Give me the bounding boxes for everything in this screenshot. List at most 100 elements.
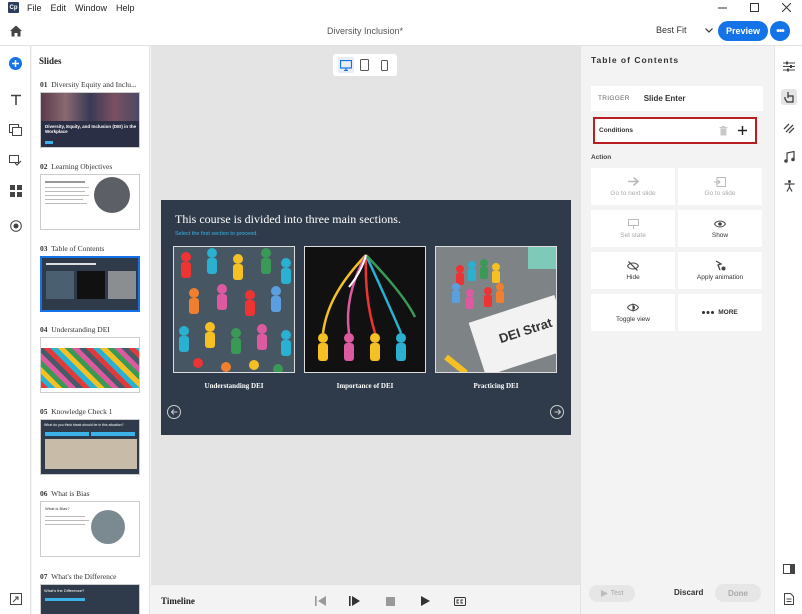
more-options-button[interactable]: ••• <box>770 21 790 41</box>
action-label: MORE <box>718 309 738 316</box>
properties-tab[interactable] <box>782 59 796 73</box>
slide-thumbnail-6[interactable]: 06 What is Bias What is Bias? <box>40 489 142 557</box>
discard-button[interactable]: Discard <box>674 588 703 597</box>
add-condition-button[interactable] <box>736 125 748 137</box>
play-from-start-button[interactable] <box>348 595 360 607</box>
add-button[interactable] <box>9 57 22 70</box>
slide-preview <box>40 174 140 230</box>
minimize-button[interactable] <box>706 0 738 15</box>
thumb-text: Diversity, Equity, and Inclusion (DEI) i… <box>45 124 137 135</box>
action-label: Go to slide <box>704 189 736 197</box>
preview-button[interactable]: Preview <box>718 21 768 41</box>
action-label: Toggle view <box>616 315 650 323</box>
action-more[interactable]: MORE <box>678 294 762 331</box>
slide-jump-icon <box>714 176 726 187</box>
menu-help[interactable]: Help <box>116 3 135 13</box>
action-go-to-next-slide[interactable]: Go to next slide <box>591 168 675 205</box>
slide-thumbnail-1[interactable]: 01 Diversity Equity and Inclu... Diversi… <box>40 80 142 148</box>
card-label-understanding[interactable]: Understanding DEI <box>173 382 295 390</box>
done-button[interactable]: Done <box>715 584 761 602</box>
play-button[interactable] <box>419 595 431 607</box>
action-label: Show <box>711 231 729 239</box>
slide-number: 06 <box>40 489 48 498</box>
stop-button[interactable] <box>384 595 396 607</box>
desktop-view-button[interactable] <box>337 57 354 73</box>
timeline-bar: Timeline <box>151 584 580 614</box>
widgets-tool-button[interactable] <box>9 184 22 197</box>
next-slide-button[interactable] <box>550 405 564 419</box>
conditions-row[interactable]: Conditions <box>593 117 757 144</box>
mobile-view-button[interactable] <box>376 57 392 73</box>
timeline-toggle[interactable]: Timeline <box>161 596 195 606</box>
slide-canvas[interactable]: This course is divided into three main s… <box>161 200 571 435</box>
conditions-label: Conditions <box>599 127 633 134</box>
slide-subheading[interactable]: Select the first section to proceed. <box>175 231 258 237</box>
section-card-practicing[interactable]: DEI Strat <box>435 246 557 373</box>
maximize-button[interactable] <box>738 0 770 15</box>
trigger-value: Slide Enter <box>643 94 686 103</box>
card-label-importance[interactable]: Importance of DEI <box>304 382 426 390</box>
action-label: Go to next slide <box>610 189 656 197</box>
slide-thumbnail-3[interactable]: 03 Table of Contents <box>40 244 142 312</box>
slide-thumbnail-2[interactable]: 02 Learning Objectives <box>40 162 142 230</box>
export-button[interactable] <box>9 592 22 605</box>
action-hide[interactable]: Hide <box>591 252 675 289</box>
slide-heading[interactable]: This course is divided into three main s… <box>175 212 401 227</box>
notes-button[interactable] <box>782 592 796 606</box>
slide-number: 03 <box>40 244 48 253</box>
animations-tab[interactable] <box>782 121 796 135</box>
test-button[interactable]: Test <box>589 585 635 602</box>
section-card-importance[interactable] <box>304 246 426 373</box>
interactions-panel: Table of Contents TRIGGER Slide Enter Co… <box>580 46 773 614</box>
plus-icon <box>737 126 747 135</box>
interactions-tab[interactable] <box>781 89 797 105</box>
arrow-left-icon <box>170 409 177 415</box>
menu-edit[interactable]: Edit <box>51 3 67 13</box>
slide-preview <box>40 337 140 393</box>
interactions-tool-button[interactable] <box>9 154 22 167</box>
action-toggle-view[interactable]: Toggle view <box>591 294 675 331</box>
tablet-view-button[interactable] <box>357 57 373 73</box>
media-tool-button[interactable] <box>9 123 22 136</box>
title-bar: Cp File Edit Window Help <box>0 0 802 15</box>
section-card-understanding[interactable] <box>173 246 295 373</box>
trash-icon <box>719 125 727 135</box>
card-label-practicing[interactable]: Practicing DEI <box>435 382 557 390</box>
slide-number: 01 <box>40 80 48 89</box>
action-apply-animation[interactable]: Apply animation <box>678 252 762 289</box>
closed-captions-button[interactable] <box>454 595 466 607</box>
menu-window[interactable]: Window <box>75 3 107 13</box>
delete-condition-button[interactable] <box>717 125 729 137</box>
skip-back-button[interactable] <box>314 595 326 607</box>
accessibility-tab[interactable] <box>782 179 796 193</box>
action-set-state[interactable]: Set state <box>591 210 675 247</box>
action-go-to-slide[interactable]: Go to slide <box>678 168 762 205</box>
trigger-row[interactable]: TRIGGER Slide Enter <box>591 86 763 111</box>
desktop-icon <box>339 59 352 71</box>
right-properties-rail <box>774 46 802 614</box>
close-window-button[interactable] <box>770 0 802 15</box>
panel-layout-icon <box>783 564 795 574</box>
layout-panel-button[interactable] <box>782 562 796 576</box>
widgets-icon <box>9 184 22 197</box>
more-dots-icon <box>702 308 715 318</box>
audio-tab[interactable] <box>782 150 796 164</box>
action-label: Hide <box>626 273 640 281</box>
slide-preview: What do you think bleak should be in thi… <box>40 419 140 475</box>
checklist-icon <box>9 154 22 166</box>
slide-thumbnail-7[interactable]: 07 What's the Difference What's the Diff… <box>40 572 142 614</box>
menu-file[interactable]: File <box>27 3 42 13</box>
zoom-select[interactable]: Best Fit <box>656 25 713 35</box>
action-show[interactable]: Show <box>678 210 762 247</box>
slide-title: Knowledge Check 1 <box>51 407 113 416</box>
slide-thumbnail-5[interactable]: 05 Knowledge Check 1 What do you think b… <box>40 407 142 475</box>
slide-thumbnail-4[interactable]: 04 Understanding DEI <box>40 325 142 393</box>
text-tool-button[interactable] <box>9 93 22 106</box>
mobile-icon <box>380 59 388 71</box>
prev-slide-button[interactable] <box>167 405 181 419</box>
figures-image <box>174 247 294 372</box>
export-icon <box>9 592 22 605</box>
record-tool-button[interactable] <box>9 219 22 232</box>
add-circle-icon <box>9 57 22 70</box>
device-switcher <box>333 54 397 76</box>
